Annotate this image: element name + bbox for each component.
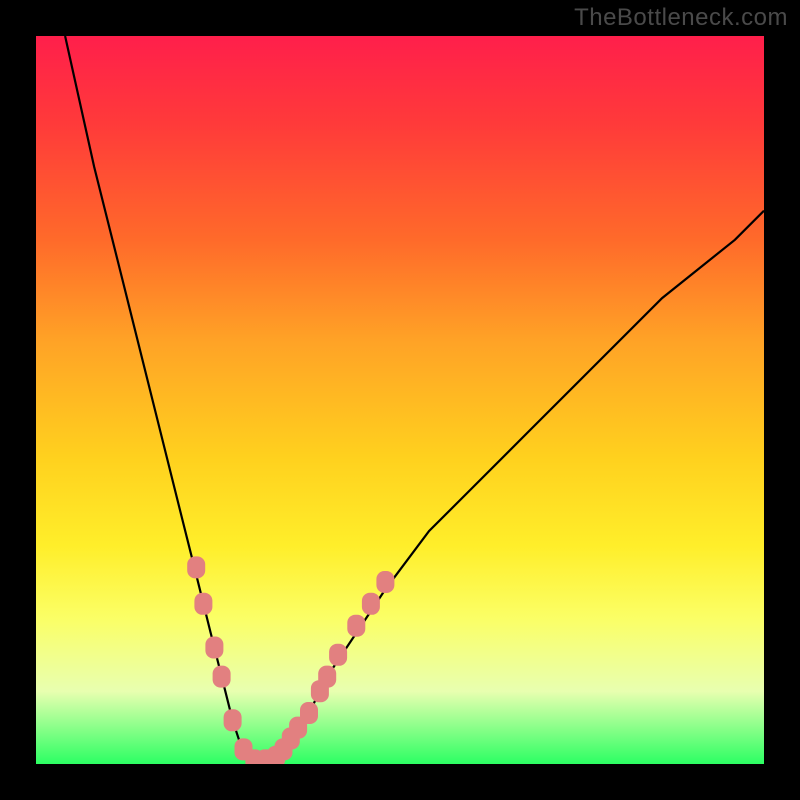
marker-dot	[318, 666, 336, 688]
marker-dot	[224, 709, 242, 731]
marker-dot	[300, 702, 318, 724]
marker-dot	[347, 615, 365, 637]
marker-dot	[376, 571, 394, 593]
marker-dot	[187, 556, 205, 578]
curve-path	[65, 36, 764, 764]
watermark-text: TheBottleneck.com	[574, 4, 788, 32]
marker-dot	[205, 637, 223, 659]
marker-dot	[213, 666, 231, 688]
marker-dot	[194, 593, 212, 615]
marker-dot	[329, 644, 347, 666]
chart-frame: TheBottleneck.com	[0, 0, 800, 800]
plot-svg	[36, 36, 764, 764]
marker-dot	[362, 593, 380, 615]
plot-area	[36, 36, 764, 764]
